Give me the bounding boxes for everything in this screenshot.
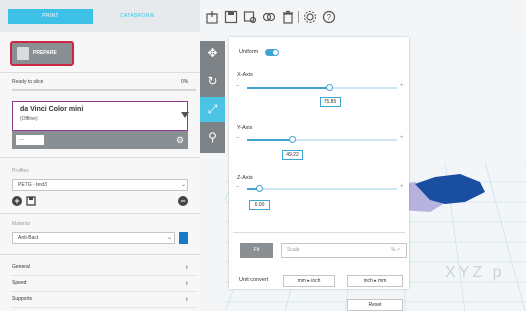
scale-icon[interactable]: ⤢	[200, 97, 225, 122]
caret-down-icon[interactable]	[181, 112, 189, 118]
mode-tabs: PRINT CATABRONIE	[0, 0, 200, 32]
mm-to-inch-button[interactable]: mm ▸ inch	[283, 275, 335, 287]
add-profile-icon[interactable]: +	[12, 196, 22, 206]
toolbar-divider	[298, 11, 299, 23]
z-axis-value[interactable]: 6.00	[249, 200, 270, 210]
menu-item-label: General	[12, 264, 30, 270]
tab-print[interactable]: PRINT	[8, 9, 93, 24]
divider	[0, 213, 200, 214]
minus-icon[interactable]: –	[236, 184, 239, 190]
divider	[0, 157, 200, 158]
chevron-right-icon: ›	[185, 264, 188, 271]
z-axis-label: Z-Axis	[237, 175, 253, 181]
y-axis-slider[interactable]	[247, 139, 397, 141]
svg-text:?: ?	[327, 13, 332, 22]
divider	[233, 232, 405, 233]
inch-to-mm-button[interactable]: inch ▸ mm	[347, 275, 403, 287]
slice-status: Ready to slice	[12, 79, 44, 85]
plus-icon[interactable]: +	[400, 184, 404, 190]
x-axis-value[interactable]: 75.85	[319, 97, 341, 107]
prepare-label: PREPARE	[33, 50, 57, 56]
reset-button[interactable]: Reset	[347, 299, 403, 311]
y-slider-handle[interactable]	[288, 136, 296, 143]
printer-toolbar: — ⚙	[12, 131, 188, 149]
top-toolbar: ?	[200, 0, 526, 32]
chevron-right-icon: ›	[185, 296, 188, 303]
material-label: Material	[12, 221, 30, 227]
trash-icon[interactable]	[281, 10, 295, 24]
x-slider-handle[interactable]	[326, 84, 333, 91]
chevron-down-icon[interactable]: ⌄	[167, 234, 172, 241]
chevron-down-icon[interactable]: ⌄	[181, 181, 186, 188]
divider	[0, 72, 200, 73]
scale-placeholder: Scale	[287, 247, 300, 253]
prepare-button[interactable]: PREPARE	[10, 41, 74, 66]
slider-fill	[247, 139, 292, 141]
menu-item-general[interactable]: General ›	[12, 260, 196, 276]
minus-icon[interactable]: –	[236, 135, 239, 141]
menu-item-label: Speed	[12, 280, 27, 286]
plus-icon[interactable]: +	[400, 83, 404, 89]
printer-field[interactable]: —	[16, 135, 44, 145]
z-axis-slider[interactable]	[247, 188, 397, 190]
plus-icon[interactable]: +	[400, 135, 404, 141]
group-icon[interactable]	[262, 10, 276, 24]
slider-fill	[247, 87, 330, 89]
chevron-right-icon: ›	[185, 280, 188, 287]
slice-progress-bar	[12, 89, 196, 91]
help-icon[interactable]: ?	[322, 10, 336, 24]
profiles-label: Profiles	[12, 168, 29, 174]
x-axis-slider[interactable]	[247, 87, 397, 89]
transform-toolstrip: ✥ ↻ ⤢ ⚲	[200, 41, 225, 153]
z-slider-handle[interactable]	[255, 185, 263, 192]
fit-button[interactable]: Fit	[240, 243, 273, 258]
uniform-label: Uniform	[239, 49, 259, 55]
menu-item-label: Supports	[12, 296, 33, 302]
save-profile-icon[interactable]	[26, 196, 36, 206]
x-axis-label: X-Axis	[237, 72, 253, 78]
slice-percent: 0%	[181, 79, 189, 85]
mirror-icon[interactable]: ⚲	[200, 125, 225, 150]
axis-watermark: XYZ p	[445, 264, 504, 281]
divider	[0, 254, 200, 255]
minus-icon[interactable]: –	[236, 83, 239, 89]
save-icon[interactable]	[224, 10, 238, 24]
y-axis-label: Y-Axis	[237, 125, 253, 131]
gear-icon[interactable]: ⚙	[176, 135, 186, 145]
box-add-icon[interactable]	[205, 10, 219, 24]
settings-icon[interactable]	[303, 10, 317, 24]
move-icon[interactable]: ✥	[200, 41, 225, 66]
material-select[interactable]: Anti-Bact	[12, 232, 175, 244]
scale-unit: % ✓	[390, 247, 401, 253]
tab-catalog[interactable]: CATABRONIE	[95, 9, 180, 24]
uniform-toggle[interactable]	[265, 49, 279, 56]
y-axis-value[interactable]: 49.22	[282, 150, 303, 160]
unit-convert-label: Unit convert	[239, 277, 269, 283]
remove-profile-icon[interactable]: −	[178, 196, 188, 206]
prepare-icon	[17, 47, 29, 60]
printer-status: (Offline)	[20, 116, 38, 122]
material-color-swatch[interactable]	[179, 232, 188, 244]
rotate-icon[interactable]: ↻	[200, 69, 225, 94]
scale-input[interactable]: Scale % ✓	[281, 243, 407, 258]
printer-name: da Vinci Color mini	[20, 106, 84, 113]
menu-item-speed[interactable]: Speed ›	[12, 276, 196, 292]
profile-select[interactable]: PETG - test3	[12, 179, 188, 191]
view-icon[interactable]	[243, 10, 257, 24]
menu-item-supports[interactable]: Supports ›	[12, 292, 196, 308]
